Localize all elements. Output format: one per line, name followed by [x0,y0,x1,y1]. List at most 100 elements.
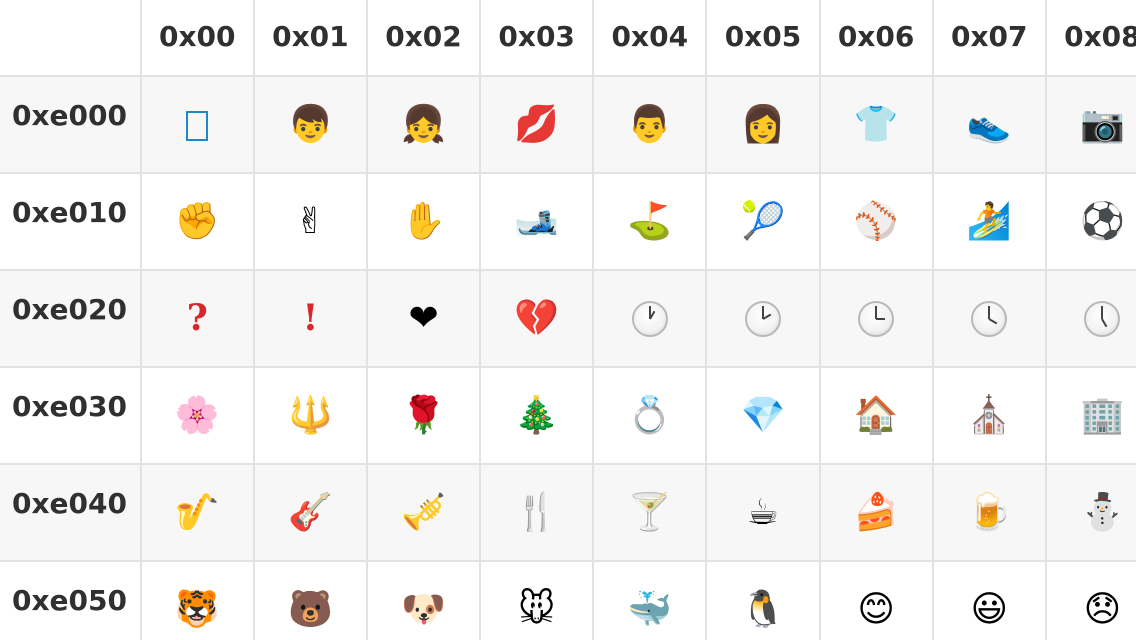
fork-and-knife-emoji: 🍴 [514,491,560,533]
emoji-cell: 🏄 [931,172,1047,271]
ski-emoji: 🎿 [514,200,560,242]
column-header: 0x03 [479,0,595,77]
cocktail-glass-emoji: 🍸 [627,491,673,533]
trident-emblem-emoji: 🔱 [287,394,333,436]
whale-emoji: 🐳 [627,588,673,630]
emoji-cell [818,269,934,368]
emoji-cell: 🌹 [365,366,482,465]
dog-face-emoji: 🐶 [401,588,446,630]
row-header: 0xe010 [0,172,142,271]
emoji-cell: 👦 [252,75,368,174]
column-header: 0x04 [592,0,708,77]
emoji-cell: 👕 [818,75,934,174]
emoji-cell: ⚾ [818,172,934,271]
emoji-cell: ☕ [705,463,821,562]
tiger-face-emoji: 🐯 [174,588,220,630]
trumpet-emoji: 🎺 [401,491,446,533]
clock-emoji [1084,301,1121,337]
emoji-cell: ⚽ [1044,172,1136,271]
victory-hand-emoji: ✌ [295,200,326,242]
office-building-emoji: 🏢 [1079,394,1125,436]
emoji-cell: 👧 [365,75,482,174]
emoji-cell: 😊 [818,560,934,640]
soccer-ball-emoji: ⚽ [1079,200,1125,242]
column-header: 0x05 [705,0,821,77]
emoji-cell: 🌸 [139,366,255,465]
emoji-cell: 🎷 [139,463,255,562]
tennis-ball-emoji: 🎾 [740,200,786,242]
table-row: 0xe030 🌸 🔱 🌹 🎄 💍 💎 🏠 ⛪ 🏢 [0,366,1136,465]
table-body: 0xe000 👦 👧 💋 👨 👩 👕 👟 📷 0xe010 ✊ ✌ ✋ 🎿 ⛳ 🎾 ⚾ 🏄 ⚽ 0xe020?! ❤ 💔 0… [0,75,1136,640]
question-mark-emoji: ? [186,297,208,339]
emoji-cell: 🍴 [479,463,595,562]
kiss-mark-emoji: 💋 [514,103,560,145]
column-header: 0x02 [365,0,482,77]
emoji-code-table: 0x00 0x01 0x02 0x03 0x04 0x05 0x06 0x07 0x08 0xe… [0,0,1136,640]
penguin-emoji: 🐧 [740,588,786,630]
emoji-cell [931,269,1047,368]
emoji-cell: ❤ [365,269,482,368]
column-header: 0x00 [139,0,255,77]
girl-emoji: 👧 [401,103,446,145]
woman-emoji: 👩 [740,103,786,145]
sneaker-emoji: 👟 [966,103,1012,145]
ring-emoji: 💍 [627,394,673,436]
emoji-cell: 😞 [1044,560,1136,640]
emoji-cell: 💎 [705,366,821,465]
golf-flag-emoji: ⛳ [627,200,673,242]
bear-face-emoji: 🐻 [287,588,333,630]
rose-emoji: 🌹 [401,394,446,436]
man-emoji: 👨 [627,103,673,145]
emoji-cell: 🏢 [1044,366,1136,465]
emoji-cell: 🐻 [252,560,368,640]
emoji-cell: 💍 [592,366,708,465]
mouse-face-emoji: 🐭 [517,588,556,630]
christmas-tree-emoji: 🎄 [514,394,560,436]
saxophone-emoji: 🎷 [174,491,220,533]
table-row: 0xe040 🎷 🎸 🎺 🍴 🍸 ☕ 🍰 🍺 ⛄ [0,463,1136,562]
emoji-cell: 🍸 [592,463,708,562]
emoji-cell: ⛪ [931,366,1047,465]
emoji-cell: ✊ [139,172,255,271]
emoji-cell: 🐧 [705,560,821,640]
boy-emoji: 👦 [287,103,333,145]
row-header: 0xe020 [0,269,142,368]
emoji-cell: 🍰 [818,463,934,562]
column-header: 0x08 [1044,0,1136,77]
emoji-cell: 🐭 [479,560,595,640]
cherry-blossom-emoji: 🌸 [174,394,220,436]
emoji-cell: 💋 [479,75,595,174]
column-header: 0x06 [818,0,934,77]
emoji-cell: 🔱 [252,366,368,465]
clock-emoji [971,301,1008,337]
table-row: 0xe020?! ❤ 💔 [0,269,1136,368]
emoji-cell [705,269,821,368]
hot-beverage-emoji: ☕ [746,491,780,533]
emoji-cell: ? [139,269,255,368]
emoji-cell: 💔 [479,269,595,368]
emoji-cell: 📷 [1044,75,1136,174]
shirt-emoji: 👕 [853,103,899,145]
emoji-cell [139,75,255,174]
house-emoji: 🏠 [853,394,899,436]
clock-emoji [631,301,668,337]
raised-fist-emoji: ✊ [174,200,220,242]
emoji-cell [1044,269,1136,368]
emoji-cell: ✌ [252,172,368,271]
column-header-row: 0x00 0x01 0x02 0x03 0x04 0x05 0x06 0x07 0x08 [0,0,1136,77]
red-heart-emoji: ❤ [408,297,439,339]
emoji-cell: 👨 [592,75,708,174]
table-row: 0xe000 👦 👧 💋 👨 👩 👕 👟 📷 [0,75,1136,174]
exclamation-mark-emoji: ! [302,297,319,339]
emoji-cell: 🎺 [365,463,482,562]
broken-heart-emoji: 💔 [514,297,560,339]
emoji-cell [592,269,708,368]
snowman-emoji: ⛄ [1079,491,1125,533]
table-row: 0xe010 ✊ ✌ ✋ 🎿 ⛳ 🎾 ⚾ 🏄 ⚽ [0,172,1136,271]
beer-mug-emoji: 🍺 [966,491,1012,533]
row-header: 0xe050 [0,560,142,640]
emoji-cell: 🎄 [479,366,595,465]
emoji-cell: 🐶 [365,560,482,640]
smiling-face-emoji: 😊 [857,588,895,630]
row-header: 0xe000 [0,75,142,174]
